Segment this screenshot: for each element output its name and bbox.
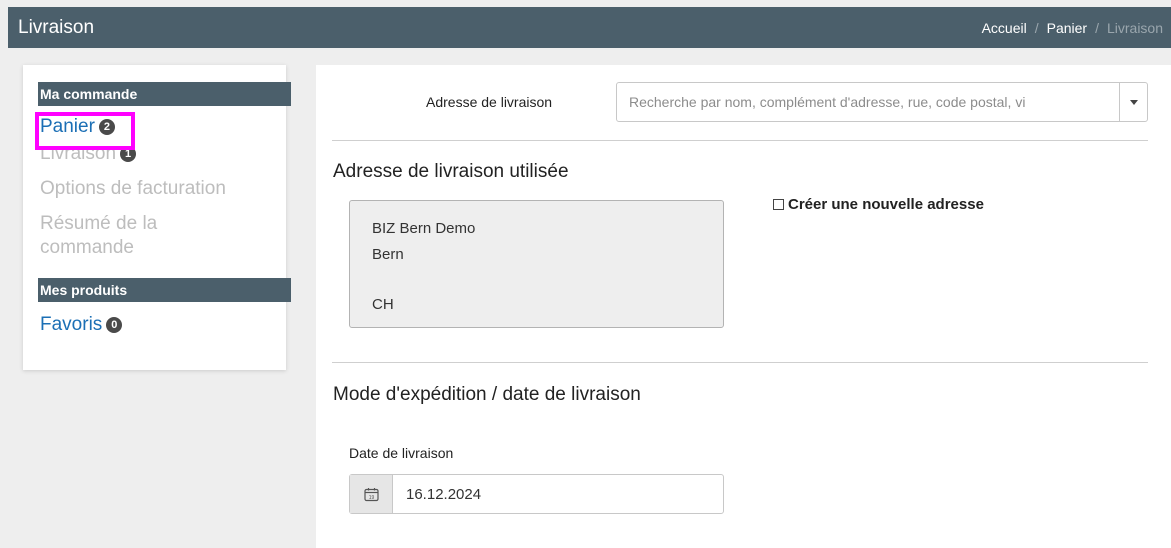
- shipping-heading: Mode d'expédition / date de livraison: [333, 384, 641, 405]
- new-address-checkbox[interactable]: Créer une nouvelle adresse: [773, 196, 984, 213]
- address-line: Bern: [372, 246, 404, 263]
- caret-down-icon[interactable]: [1119, 83, 1147, 121]
- breadcrumb: Accueil / Panier / Livraison: [982, 20, 1163, 36]
- sidebar: Ma commande Panier 2 Livraison 1 Options d…: [23, 65, 291, 370]
- sidebar-section-mes-produits: Mes produits: [38, 278, 291, 302]
- checkbox-icon[interactable]: [773, 199, 784, 210]
- date-input[interactable]: 19 16.12.2024: [349, 474, 724, 514]
- calendar-icon-day: 19: [368, 495, 374, 501]
- main-panel: Adresse de livraison Recherche par nom, …: [316, 65, 1171, 548]
- count-badge: 0: [106, 316, 123, 333]
- calendar-icon[interactable]: 19: [350, 475, 393, 513]
- breadcrumb-panier[interactable]: Panier: [1047, 20, 1087, 36]
- sidebar-item-label[interactable]: Favoris: [40, 314, 102, 335]
- breadcrumb-current: Livraison: [1106, 20, 1163, 36]
- date-label: Date de livraison: [349, 445, 454, 461]
- breadcrumb-accueil[interactable]: Accueil: [982, 20, 1027, 36]
- top-bar: Livraison Accueil / Panier / Livraison: [8, 7, 1171, 48]
- sidebar-item-label[interactable]: Panier: [40, 116, 95, 137]
- count-badge: 1: [120, 149, 137, 162]
- used-address-card: BIZ Bern Demo Bern CH: [349, 200, 724, 328]
- sidebar-item-options-facturation: Options de facturation: [40, 178, 226, 199]
- used-address-heading: Adresse de livraison utilisée: [333, 161, 569, 182]
- count-badge: 2: [98, 118, 115, 135]
- address-search-placeholder: Recherche par nom, complément d'adresse,…: [629, 94, 1026, 110]
- sidebar-section-ma-commande: Ma commande: [38, 82, 291, 106]
- sidebar-item-resume-cont: commande: [40, 237, 134, 258]
- divider: [332, 362, 1148, 363]
- date-value[interactable]: 16.12.2024: [406, 486, 481, 503]
- sidebar-item-label: Livraison: [40, 149, 117, 164]
- divider: [332, 140, 1148, 141]
- sidebar-item-resume: Résumé de la: [40, 213, 158, 234]
- sidebar-item-livraison: Livraison 1: [40, 149, 137, 165]
- address-line: CH: [372, 296, 394, 313]
- sidebar-item-panier[interactable]: Panier 2: [40, 116, 115, 138]
- page-title: Livraison: [18, 17, 95, 38]
- sidebar-item-favoris[interactable]: Favoris 0: [40, 314, 123, 336]
- address-line: BIZ Bern Demo: [372, 220, 476, 237]
- breadcrumb-separator: /: [1095, 20, 1099, 36]
- address-label: Adresse de livraison: [426, 94, 553, 110]
- breadcrumb-separator: /: [1034, 20, 1039, 36]
- address-search-select[interactable]: Recherche par nom, complément d'adresse,…: [616, 82, 1148, 122]
- new-address-label[interactable]: Créer une nouvelle adresse: [788, 196, 984, 213]
